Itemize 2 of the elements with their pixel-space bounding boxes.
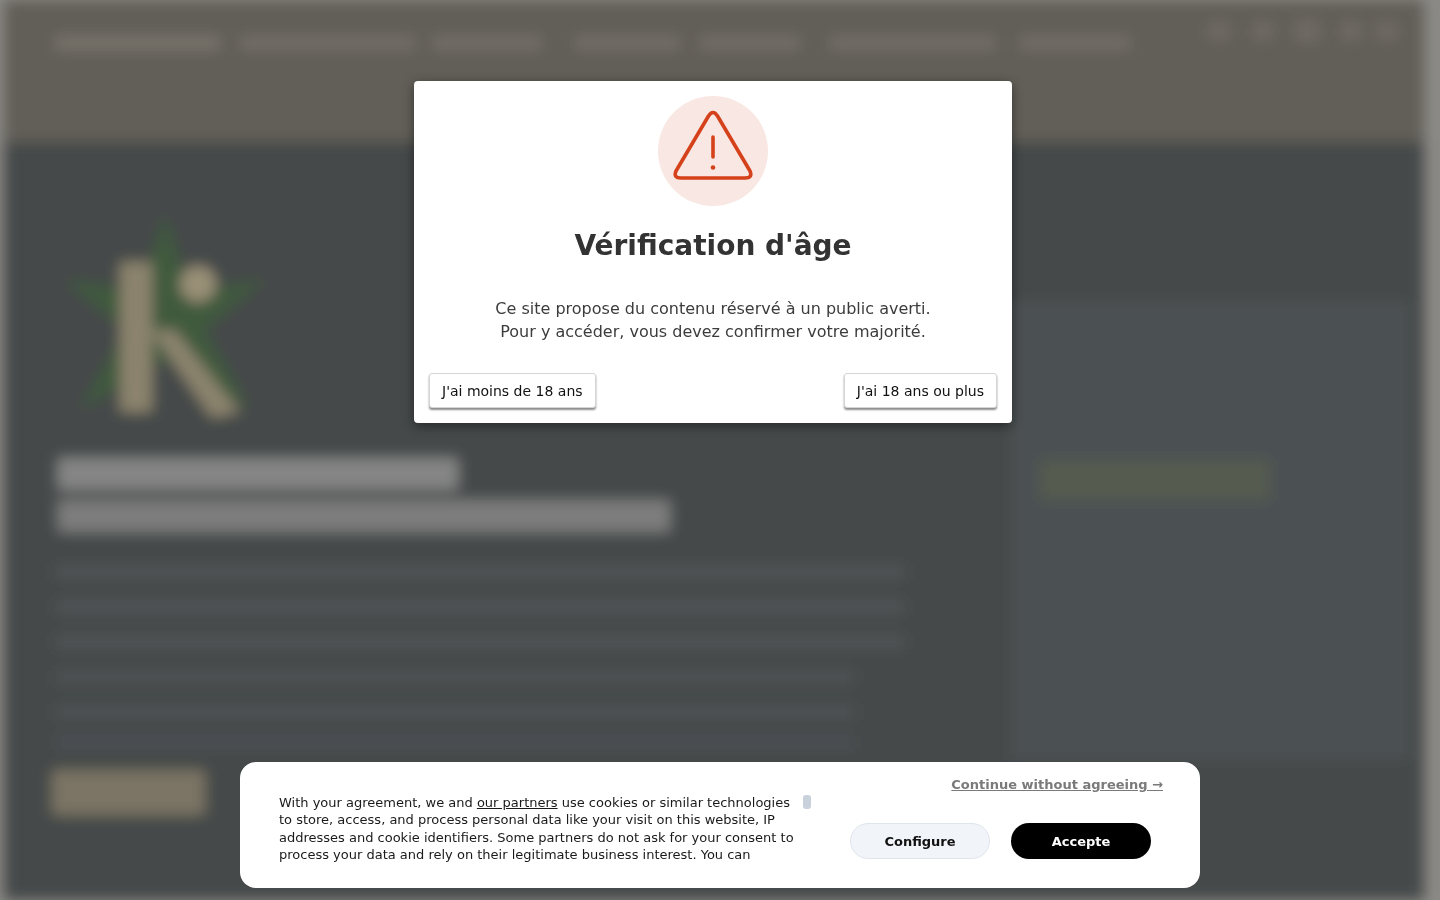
accept-button[interactable]: Accepte (1011, 823, 1151, 859)
configure-button[interactable]: Configure (850, 823, 990, 859)
